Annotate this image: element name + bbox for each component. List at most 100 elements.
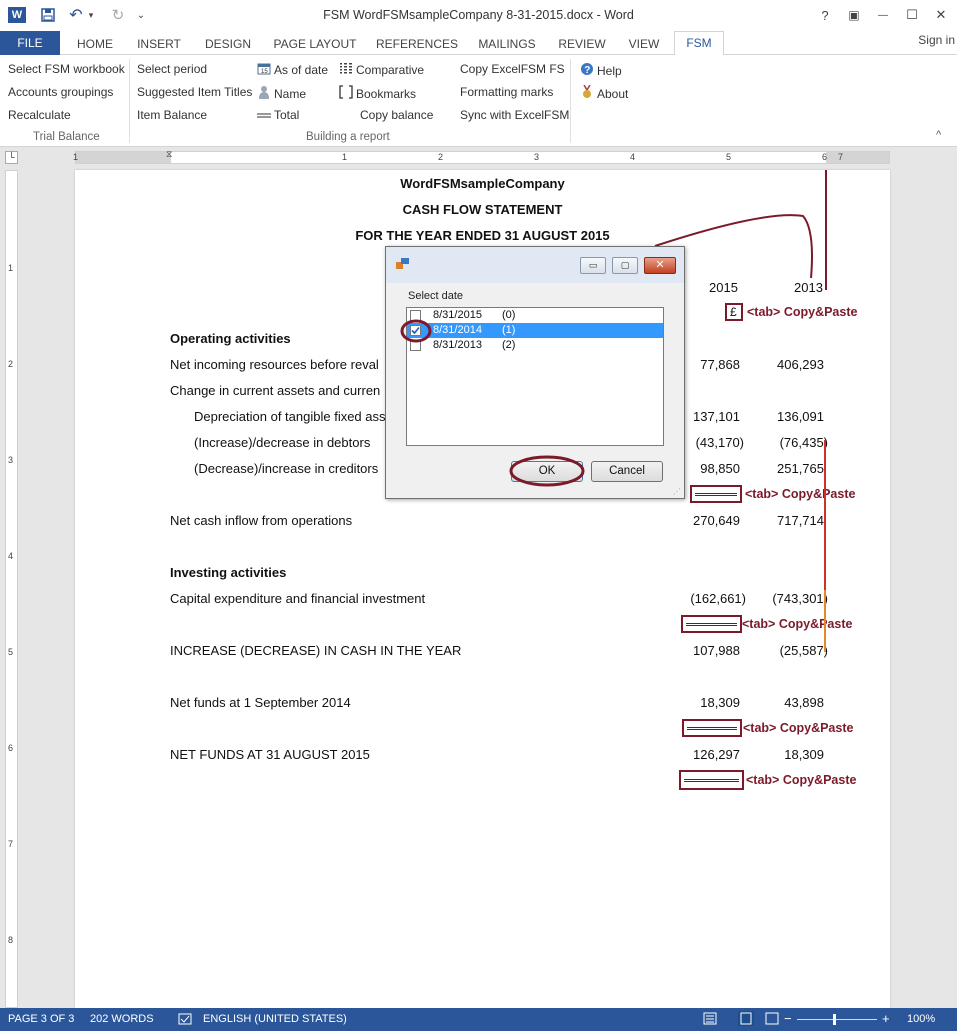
- date-list[interactable]: 8/31/2015 (0) 8/31/2014 (1) 8/31/2013 (2…: [406, 307, 664, 446]
- row-value-previous: 406,293: [777, 357, 824, 372]
- row-value-previous: 18,309: [784, 747, 824, 762]
- total-button[interactable]: Total: [257, 108, 299, 122]
- tab-mailings[interactable]: MAILINGS: [470, 34, 544, 54]
- vertical-ruler[interactable]: 1 2 3 4 5 6 7 8: [5, 170, 18, 1008]
- select-date-dialog: ▭ ▢ ✕ Select date 8/31/2015 (0) 8/31/201…: [385, 246, 685, 499]
- tab-fsm[interactable]: FSM: [674, 31, 724, 56]
- item-balance-button[interactable]: Item Balance: [137, 108, 207, 122]
- web-layout-icon[interactable]: [765, 1012, 779, 1028]
- row-value-current: (162,661): [690, 591, 746, 606]
- bookmarks-button[interactable]: Bookmarks: [339, 85, 416, 102]
- year-previous-header: 2013: [794, 280, 823, 295]
- row-value-current: (43,170): [695, 435, 744, 450]
- row-label: Operating activities: [170, 331, 291, 346]
- resize-grip-icon[interactable]: ⋰: [673, 487, 681, 496]
- zoom-slider[interactable]: [797, 1014, 877, 1025]
- zoom-slider-thumb[interactable]: [833, 1014, 836, 1025]
- person-icon: [257, 85, 271, 102]
- row-value-current: 77,868: [700, 357, 740, 372]
- maximize-button[interactable]: ☐: [899, 5, 925, 25]
- list-item[interactable]: 8/31/2013 (2): [407, 338, 663, 353]
- row-value-previous: 251,765: [777, 461, 824, 476]
- total-marker[interactable]: [690, 485, 742, 503]
- copy-balance-button[interactable]: Copy balance: [360, 108, 433, 122]
- svg-text:15: 15: [261, 69, 268, 75]
- zoom-out-button[interactable]: −: [784, 1011, 792, 1026]
- page-count[interactable]: PAGE 3 OF 3: [8, 1013, 74, 1025]
- row-value-current: 18,309: [700, 695, 740, 710]
- help-ribbon-button[interactable]: ? Help: [580, 62, 622, 79]
- select-fsm-workbook-button[interactable]: Select FSM workbook: [8, 62, 125, 76]
- tab-file[interactable]: FILE: [0, 31, 60, 55]
- row-label: Capital expenditure and financial invest…: [170, 591, 426, 606]
- close-button[interactable]: ✕: [928, 5, 954, 25]
- zoom-in-button[interactable]: +: [882, 1011, 890, 1026]
- total-marker[interactable]: [679, 770, 744, 790]
- tab-home[interactable]: HOME: [68, 34, 122, 54]
- minimize-button[interactable]: —: [870, 5, 896, 25]
- checkbox-unchecked[interactable]: [410, 310, 421, 321]
- accounts-groupings-button[interactable]: Accounts groupings: [8, 85, 113, 99]
- dialog-minimize-button[interactable]: ▭: [580, 257, 606, 274]
- row-label: Net cash inflow from operations: [170, 513, 353, 528]
- suggested-item-titles-button[interactable]: Suggested Item Titles: [137, 85, 252, 99]
- checkbox-unchecked[interactable]: [410, 340, 421, 351]
- copy-excelfsm-fs-button[interactable]: Copy ExcelFSM FS: [460, 62, 565, 76]
- statement-title: CASH FLOW STATEMENT: [402, 202, 563, 217]
- checkbox-checked[interactable]: [410, 325, 421, 336]
- recalculate-button[interactable]: Recalculate: [8, 108, 71, 122]
- tab-review[interactable]: REVIEW: [552, 34, 612, 54]
- row-label: Net funds at 1 September 2014: [170, 695, 351, 710]
- tab-design[interactable]: DESIGN: [198, 34, 258, 54]
- formatting-marks-button[interactable]: Formatting marks: [460, 85, 553, 99]
- row-label: Investing activities: [170, 565, 287, 580]
- row-value-current: 107,988: [693, 643, 740, 658]
- collapse-ribbon-icon[interactable]: ^: [936, 129, 941, 141]
- statement-period: FOR THE YEAR ENDED 31 AUGUST 2015: [355, 228, 610, 243]
- proofing-icon[interactable]: [178, 1013, 192, 1028]
- ribbon-display-options-button[interactable]: ▣: [841, 5, 867, 25]
- tab-page-layout[interactable]: PAGE LAYOUT: [268, 34, 362, 54]
- help-button[interactable]: ?: [812, 5, 838, 25]
- svg-text:?: ?: [584, 65, 590, 76]
- currency-marker[interactable]: £: [725, 303, 743, 321]
- double-underline-icon: [257, 108, 271, 122]
- about-button[interactable]: About: [580, 84, 628, 102]
- sign-in-link[interactable]: Sign in: [918, 33, 955, 47]
- row-label: Net incoming resources before reval: [170, 357, 379, 372]
- language[interactable]: ENGLISH (UNITED STATES): [203, 1013, 347, 1025]
- tab-view[interactable]: VIEW: [620, 34, 668, 54]
- comparative-button[interactable]: Comparative: [339, 62, 424, 78]
- tab-selector-button[interactable]: └: [5, 151, 18, 164]
- row-label: Change in current assets and curren: [170, 383, 381, 398]
- title-bar: W ↶ ▾ ↻ ⌄ FSM WordFSMsampleCompany 8-31-…: [0, 0, 957, 31]
- dialog-maximize-button[interactable]: ▢: [612, 257, 638, 274]
- select-date-label: Select date: [408, 290, 464, 302]
- cancel-button[interactable]: Cancel: [591, 461, 663, 482]
- row-value-previous: 136,091: [777, 409, 824, 424]
- word-count[interactable]: 202 WORDS: [90, 1013, 154, 1025]
- read-mode-icon[interactable]: [703, 1012, 717, 1028]
- list-item[interactable]: 8/31/2014 (1): [407, 323, 663, 338]
- as-of-date-button[interactable]: 15 As of date: [257, 62, 328, 78]
- row-label: NET FUNDS AT 31 AUGUST 2015: [170, 747, 370, 762]
- indent-marker-icon[interactable]: ⧖: [166, 149, 172, 160]
- tab-references[interactable]: REFERENCES: [372, 34, 462, 54]
- print-layout-icon[interactable]: [738, 1011, 754, 1029]
- total-marker[interactable]: [681, 615, 742, 633]
- name-button[interactable]: Name: [257, 85, 306, 102]
- sync-with-excelfsm-button[interactable]: Sync with ExcelFSM: [460, 108, 569, 122]
- ok-button[interactable]: OK: [511, 461, 583, 482]
- select-period-button[interactable]: Select period: [137, 62, 207, 76]
- row-value-previous: (743,301): [772, 591, 828, 606]
- copy-paste-annotation: <tab> Copy&Paste: [747, 305, 858, 319]
- zoom-level[interactable]: 100%: [907, 1013, 935, 1025]
- dialog-close-button[interactable]: ✕: [644, 257, 676, 274]
- total-marker[interactable]: [682, 719, 742, 737]
- list-item[interactable]: 8/31/2015 (0): [407, 308, 663, 323]
- dialog-title-bar: ▭ ▢ ✕: [386, 247, 684, 283]
- horizontal-ruler[interactable]: 1 1 2 3 4 5 6 7 ⧖: [73, 149, 890, 164]
- tab-insert[interactable]: INSERT: [130, 34, 188, 54]
- row-label: INCREASE (DECREASE) IN CASH IN THE YEAR: [170, 643, 462, 658]
- copy-paste-annotation: <tab> Copy&Paste: [742, 617, 853, 631]
